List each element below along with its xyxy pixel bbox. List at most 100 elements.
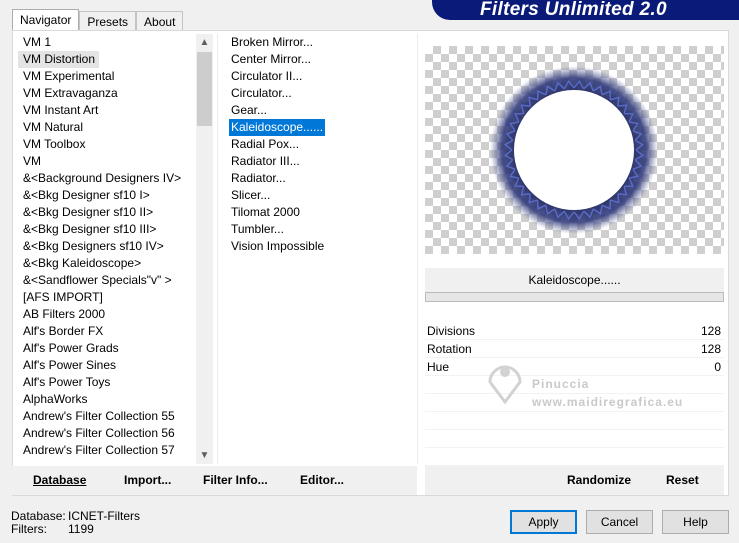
randomize-button[interactable]: Randomize	[567, 473, 631, 487]
category-item[interactable]: Andrew's Filter Collection 57	[18, 442, 196, 459]
scroll-thumb[interactable]	[197, 52, 212, 126]
category-label: Andrew's Filter Collection 57	[23, 443, 175, 457]
category-item[interactable]: AB Filters 2000	[18, 306, 196, 323]
category-label: VM	[23, 154, 41, 168]
category-item[interactable]: &<Bkg Kaleidoscope>	[18, 255, 196, 272]
param-value[interactable]: 128	[701, 322, 721, 340]
filter-label: Radiator III...	[231, 154, 300, 168]
filter-item[interactable]: Broken Mirror...	[229, 34, 409, 51]
reset-button[interactable]: Reset	[666, 473, 699, 487]
category-list[interactable]: VM 1 VM Distortion VM Experimental VM Extra…	[18, 34, 196, 464]
category-item[interactable]: &<Bkg Designer sf10 I>	[18, 187, 196, 204]
category-item[interactable]: VM Experimental	[18, 68, 196, 85]
category-label: VM Natural	[23, 120, 84, 134]
filter-item[interactable]: Center Mirror...	[229, 51, 409, 68]
filter-item[interactable]: Gear...	[229, 102, 409, 119]
filter-item[interactable]: Tumbler...	[229, 221, 409, 238]
filter-label: Tilomat 2000	[231, 205, 300, 219]
category-label: AB Filters 2000	[23, 307, 106, 321]
filter-item[interactable]: Radial Pox...	[229, 136, 409, 153]
help-button[interactable]: Help	[662, 510, 729, 534]
filter-label: Circulator...	[231, 86, 292, 100]
category-item[interactable]: &<Background Designers IV>	[18, 170, 196, 187]
database-button[interactable]: Database	[33, 473, 86, 487]
category-item[interactable]: [AFS IMPORT]	[18, 289, 196, 306]
category-label: Alf's Power Grads	[23, 341, 119, 355]
param-row-hue[interactable]: Hue 0	[425, 358, 724, 376]
category-label: VM Distortion	[18, 51, 100, 68]
category-item[interactable]: Alf's Border FX	[18, 323, 196, 340]
category-label: VM Extravaganza	[23, 86, 118, 100]
tab-presets[interactable]: Presets	[79, 11, 137, 31]
filter-label: Radiator...	[231, 171, 286, 185]
category-item[interactable]: VM	[18, 153, 196, 170]
filter-item[interactable]: Slicer...	[229, 187, 409, 204]
category-label: VM 1	[23, 35, 52, 49]
param-value[interactable]: 128	[701, 340, 721, 358]
category-label: &<Bkg Designers sf10 IV>	[23, 239, 164, 253]
filter-label: Kaleidoscope......	[229, 119, 326, 136]
empty-param-row	[425, 430, 724, 448]
category-item[interactable]: VM 1	[18, 34, 196, 51]
filter-item[interactable]: Circulator...	[229, 85, 409, 102]
category-label: VM Toolbox	[23, 137, 86, 151]
category-label: Andrew's Filter Collection 56	[23, 426, 175, 440]
param-row-rotation[interactable]: Rotation 128	[425, 340, 724, 358]
left-toolbar: Database Import... Filter Info... Editor…	[12, 466, 417, 495]
status-database-value: ICNET-Filters	[68, 509, 140, 523]
category-item[interactable]: Alf's Power Toys	[18, 374, 196, 391]
filter-label: Radial Pox...	[231, 137, 300, 151]
filter-label: Gear...	[231, 103, 268, 117]
watermark-logo-icon	[484, 352, 526, 407]
tab-about[interactable]: About	[136, 11, 184, 31]
category-item[interactable]: Alf's Power Grads	[18, 340, 196, 357]
category-scrollbar[interactable]: ▲ ▼	[196, 34, 213, 464]
category-label: &<Bkg Designer sf10 I>	[23, 188, 150, 202]
editor-button[interactable]: Editor...	[300, 473, 344, 487]
category-item[interactable]: Andrew's Filter Collection 56	[18, 425, 196, 442]
category-label: VM Instant Art	[23, 103, 99, 117]
category-item[interactable]: &<Sandflower Specials"v" >	[18, 272, 196, 289]
category-item[interactable]: VM Natural	[18, 119, 196, 136]
category-item[interactable]: VM Toolbox	[18, 136, 196, 153]
param-label: Hue	[427, 360, 450, 374]
filter-list[interactable]: Broken Mirror... Center Mirror... Circulat…	[229, 34, 409, 464]
filter-info-button[interactable]: Filter Info...	[203, 473, 268, 487]
divider	[417, 34, 418, 464]
param-value[interactable]: 0	[714, 358, 721, 376]
tab-bar: Navigator Presets About	[12, 9, 184, 32]
param-row-divisions[interactable]: Divisions 128	[425, 322, 724, 340]
import-button[interactable]: Import...	[124, 473, 171, 487]
filter-item[interactable]: Tilomat 2000	[229, 204, 409, 221]
progress-bar	[425, 292, 724, 302]
empty-param-row	[425, 412, 724, 430]
watermark-url: www.maidiregrafica.eu	[532, 395, 684, 409]
category-item[interactable]: VM Extravaganza	[18, 85, 196, 102]
filter-item[interactable]: Circulator II...	[229, 68, 409, 85]
tab-navigator[interactable]: Navigator	[12, 9, 80, 32]
apply-button[interactable]: Apply	[510, 510, 577, 534]
filter-item[interactable]: Radiator III...	[229, 153, 409, 170]
category-label: Alf's Power Sines	[23, 358, 116, 372]
current-filter-name: Kaleidoscope......	[425, 268, 724, 292]
category-item[interactable]: &<Bkg Designers sf10 IV>	[18, 238, 196, 255]
category-item[interactable]: &<Bkg Designer sf10 III>	[18, 221, 196, 238]
category-item[interactable]: AlphaWorks	[18, 391, 196, 408]
right-toolbar: Randomize Reset	[425, 466, 724, 495]
filter-item[interactable]: Vision Impossible	[229, 238, 409, 255]
category-item[interactable]: VM Instant Art	[18, 102, 196, 119]
category-item[interactable]: VM Distortion	[18, 51, 196, 68]
filter-label: Circulator II...	[231, 69, 303, 83]
filter-label: Slicer...	[231, 188, 271, 202]
scroll-up-icon[interactable]: ▲	[196, 34, 213, 51]
filter-label: Vision Impossible	[231, 239, 325, 253]
cancel-button[interactable]: Cancel	[586, 510, 653, 534]
filter-item[interactable]: Radiator...	[229, 170, 409, 187]
category-item[interactable]: &<Bkg Designer sf10 II>	[18, 204, 196, 221]
category-item[interactable]: Alf's Power Sines	[18, 357, 196, 374]
category-label: &<Bkg Designer sf10 II>	[23, 205, 154, 219]
category-item[interactable]: Andrew's Filter Collection 55	[18, 408, 196, 425]
filter-item[interactable]: Kaleidoscope......	[229, 119, 409, 136]
scroll-down-icon[interactable]: ▼	[196, 447, 213, 464]
param-label: Rotation	[427, 342, 472, 356]
